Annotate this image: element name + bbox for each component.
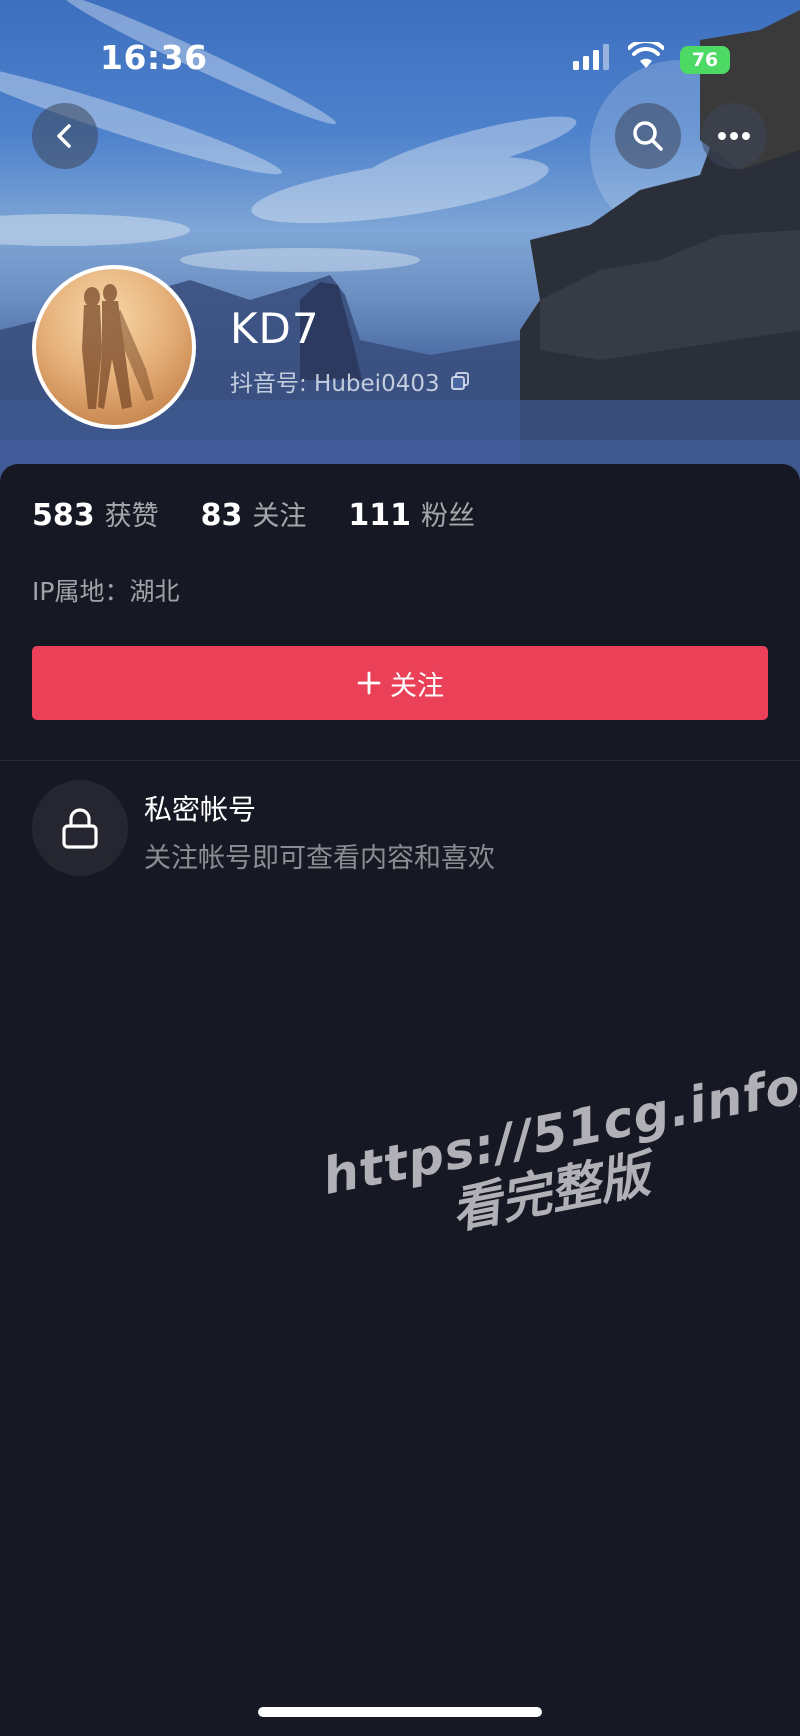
follow-button[interactable]: 关注 [32, 646, 768, 720]
douyin-id-text: 抖音号: Hubei0403 [230, 371, 440, 397]
stat-label: 关注 [252, 501, 307, 532]
private-account-subtitle: 关注帐号即可查看内容和喜欢 [144, 843, 495, 874]
profile-screen: 16:36 76 KD7 抖音号: Hubei0403 583 获赞 83 关注… [0, 0, 800, 1736]
profile-name: KD7 [230, 304, 320, 353]
section-divider [0, 760, 800, 761]
more-horizontal-icon [718, 132, 750, 140]
stat-likes[interactable]: 583 获赞 [32, 494, 159, 533]
avatar-image [82, 284, 154, 409]
stat-value: 83 [200, 498, 243, 533]
cellular-signal-icon [573, 44, 609, 70]
profile-banner: 16:36 76 KD7 抖音号: Hubei0403 [0, 0, 800, 480]
battery-indicator: 76 [680, 46, 730, 74]
stat-followers[interactable]: 111 粉丝 [348, 494, 475, 533]
copy-icon[interactable] [450, 371, 470, 391]
private-account-title: 私密帐号 [144, 793, 257, 826]
profile-stats: 583 获赞 83 关注 111 粉丝 [32, 494, 475, 533]
stat-label: 获赞 [104, 501, 159, 532]
stat-following[interactable]: 83 关注 [201, 494, 307, 533]
ip-location: IP属地：湖北 [32, 577, 180, 606]
wifi-icon [628, 42, 664, 68]
more-options-button[interactable] [701, 103, 767, 169]
stat-value: 111 [348, 498, 411, 533]
lock-icon [62, 808, 98, 849]
avatar[interactable] [32, 265, 196, 429]
plus-icon [357, 671, 381, 695]
stat-value: 583 [32, 498, 95, 533]
search-icon [633, 121, 663, 151]
status-time: 16:36 [100, 38, 208, 77]
follow-button-label: 关注 [390, 670, 444, 702]
chevron-left-icon [57, 124, 71, 148]
search-button[interactable] [615, 103, 681, 169]
douyin-id-row[interactable]: 抖音号: Hubei0403 [230, 364, 470, 398]
lock-badge [32, 780, 128, 876]
home-indicator[interactable] [258, 1707, 542, 1717]
private-account-notice: 私密帐号 关注帐号即可查看内容和喜欢 [32, 780, 768, 880]
stat-label: 粉丝 [421, 501, 475, 532]
status-bar: 16:36 76 [0, 0, 800, 110]
back-button[interactable] [32, 103, 98, 169]
